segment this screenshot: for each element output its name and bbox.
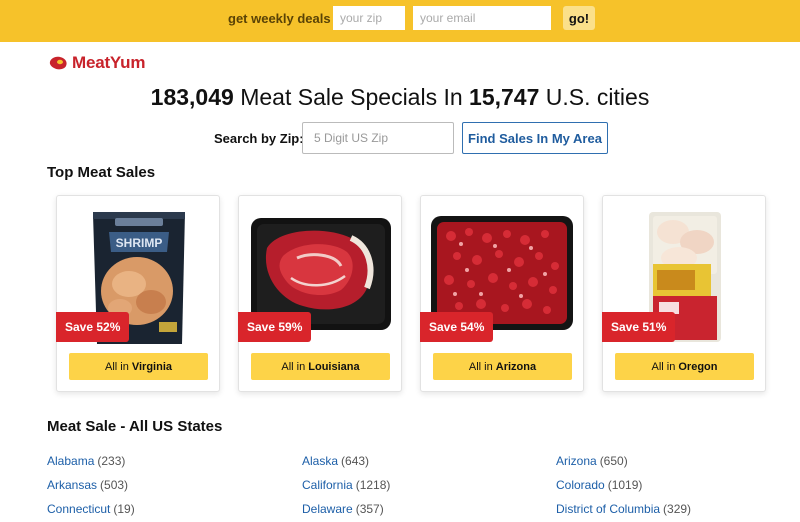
svg-text:SHRIMP: SHRIMP: [116, 236, 163, 250]
save-badge: Save 59%: [238, 312, 312, 342]
weekly-deals-bar: get weekly deals go!: [0, 0, 800, 42]
cities-count: 15,747: [469, 84, 540, 110]
state-count: (1218): [355, 478, 391, 492]
headline-end: U.S. cities: [545, 84, 650, 110]
card-button-state: Virginia: [131, 360, 172, 373]
card-button-state: Louisiana: [308, 360, 360, 373]
state-count: (233): [97, 454, 126, 468]
meat-steak-icon: [49, 56, 67, 70]
state-list-item: Colorado (1019): [556, 478, 642, 492]
state-count: (19): [113, 502, 135, 516]
find-sales-button[interactable]: Find Sales In My Area: [462, 122, 608, 154]
state-link[interactable]: California: [302, 478, 353, 492]
card-state-button[interactable]: All in Virginia: [69, 353, 208, 380]
card-button-state: Oregon: [678, 360, 718, 373]
card-button-prefix: All in: [105, 360, 129, 373]
state-list-item: Connecticut (19): [47, 502, 135, 516]
search-zip-label: Search by Zip:: [214, 131, 304, 146]
sale-card[interactable]: Save 54% All in Arizona: [420, 195, 584, 392]
card-button-state: Arizona: [495, 360, 537, 373]
sale-card[interactable]: Save 59% All in Louisiana: [238, 195, 402, 392]
deals-zip-input[interactable]: [333, 6, 405, 30]
headline-middle: Meat Sale Specials In: [240, 84, 463, 110]
state-count: (643): [341, 454, 370, 468]
card-state-button[interactable]: All in Arizona: [433, 353, 572, 380]
state-link[interactable]: Connecticut: [47, 502, 110, 516]
state-link[interactable]: Delaware: [302, 502, 353, 516]
state-list-item: Delaware (357): [302, 502, 384, 516]
card-button-prefix: All in: [651, 360, 676, 373]
card-state-button[interactable]: All in Louisiana: [251, 353, 390, 380]
state-list-item: Alabama (233): [47, 454, 125, 468]
state-link[interactable]: Alabama: [47, 454, 94, 468]
card-state-button[interactable]: All in Oregon: [615, 353, 754, 380]
save-badge: Save 54%: [420, 312, 494, 342]
save-badge: Save 52%: [56, 312, 130, 342]
sale-card[interactable]: Save 51% All in Oregon: [602, 195, 766, 392]
state-link[interactable]: Alaska: [302, 454, 338, 468]
state-link[interactable]: Arizona: [556, 454, 597, 468]
weekly-deals-label: get weekly deals: [228, 11, 331, 26]
top-sales-title: Top Meat Sales: [47, 164, 156, 181]
deals-go-button[interactable]: go!: [563, 6, 595, 30]
state-count: (503): [100, 478, 129, 492]
state-count: (650): [599, 454, 628, 468]
search-zip-input[interactable]: [302, 122, 454, 154]
state-list-item: Arizona (650): [556, 454, 628, 468]
state-count: (1019): [607, 478, 643, 492]
card-button-prefix: All in: [468, 360, 493, 373]
state-list-item: District of Columbia (329): [556, 502, 691, 516]
page-headline: 183,049 Meat Sale Specials In 15,747 U.S…: [0, 84, 800, 111]
brand-logo[interactable]: MeatYum: [48, 53, 145, 73]
save-badge: Save 51%: [602, 312, 676, 342]
brand-name: MeatYum: [72, 53, 146, 72]
specials-count: 183,049: [150, 84, 234, 110]
state-list-item: California (1218): [302, 478, 390, 492]
card-button-prefix: All in: [281, 360, 306, 373]
state-count: (357): [355, 502, 384, 516]
state-count: (329): [663, 502, 692, 516]
sale-card[interactable]: SHRIMP Save 52% All in Virginia: [56, 195, 220, 392]
deals-email-input[interactable]: [413, 6, 551, 30]
state-link[interactable]: District of Columbia: [556, 502, 660, 516]
states-section-title: Meat Sale - All US States: [47, 418, 223, 435]
state-link[interactable]: Colorado: [556, 478, 605, 492]
state-list-item: Arkansas (503): [47, 478, 128, 492]
state-link[interactable]: Arkansas: [47, 478, 97, 492]
state-list-item: Alaska (643): [302, 454, 369, 468]
